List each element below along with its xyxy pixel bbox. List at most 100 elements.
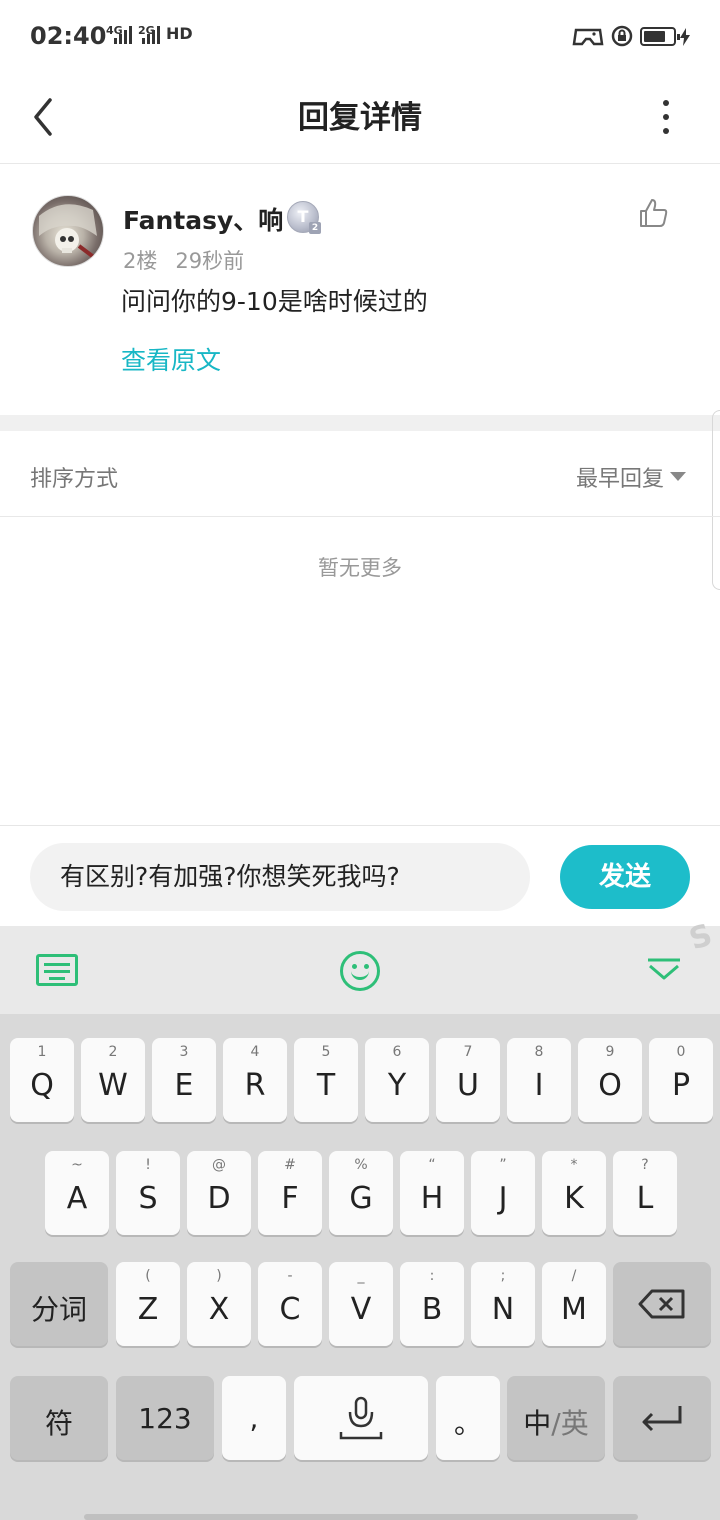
key-d[interactable]: @ D <box>187 1151 251 1235</box>
key-o[interactable]: 9O <box>578 1038 642 1122</box>
key-label: Z <box>137 1292 159 1327</box>
view-original-link[interactable]: 查看原文 <box>121 341 221 377</box>
key-label: C <box>279 1292 301 1327</box>
period-key[interactable]: 。 <box>436 1376 500 1460</box>
key-hint: 9 <box>605 1044 615 1060</box>
hd-indicator: HD <box>166 24 193 43</box>
key-w[interactable]: 2W <box>81 1038 145 1122</box>
key-hint: 8 <box>534 1044 544 1060</box>
key-x[interactable]: ) X <box>187 1262 251 1346</box>
comment-text: 问问你的9-10是啥时候过的 <box>121 287 428 316</box>
key-hint: 1 <box>37 1044 47 1060</box>
key-y[interactable]: 6Y <box>365 1038 429 1122</box>
key-hint: / <box>571 1268 577 1284</box>
key-f[interactable]: # F <box>258 1151 322 1235</box>
key-a[interactable]: ~ A <box>45 1151 109 1235</box>
number-key[interactable]: 123 <box>116 1376 214 1460</box>
key-c[interactable]: -C <box>258 1262 322 1346</box>
status-bar: 02:40 4G 2G HD <box>0 0 720 72</box>
key-hint: 5 <box>321 1044 331 1060</box>
comma-key-label: , <box>249 1402 259 1435</box>
key-e[interactable]: 3E <box>152 1038 216 1122</box>
sort-label: 排序方式 <box>30 467 119 492</box>
segment-key[interactable]: 分词 <box>10 1262 108 1346</box>
microphone-icon <box>339 1396 383 1440</box>
key-k[interactable]: * K <box>542 1151 606 1235</box>
comma-key[interactable]: , <box>222 1376 286 1460</box>
period-key-label: 。 <box>453 1407 482 1440</box>
hide-keyboard-icon[interactable] <box>644 954 684 984</box>
key-hint: ? <box>641 1157 649 1173</box>
reply-input[interactable]: 有区别?有加强?你想笑死我吗? <box>30 843 530 911</box>
key-label: J <box>498 1181 508 1216</box>
section-divider <box>0 415 720 431</box>
level-badge-text: T <box>297 207 309 226</box>
key-hint: ” <box>499 1157 507 1173</box>
more-options-button[interactable] <box>646 94 686 142</box>
key-hint: # <box>284 1157 296 1173</box>
avatar[interactable] <box>32 195 104 267</box>
key-hint: “ <box>428 1157 436 1173</box>
sort-dropdown[interactable]: 最早回复 <box>576 461 664 493</box>
keyboard-icon[interactable] <box>36 954 78 986</box>
keyboard-toolbar <box>0 926 720 1014</box>
key-i[interactable]: 8I <box>507 1038 571 1122</box>
key-hint: ~ <box>71 1157 83 1173</box>
key-s[interactable]: ! S <box>116 1151 180 1235</box>
key-label: X <box>208 1292 230 1327</box>
key-hint: - <box>287 1268 293 1284</box>
key-z[interactable]: (Z <box>116 1262 180 1346</box>
sort-row: 排序方式 最早回复 <box>0 431 720 517</box>
key-label: W <box>98 1068 128 1103</box>
key-m[interactable]: / M <box>542 1262 606 1346</box>
language-switch-key[interactable]: 中/英 <box>507 1376 605 1460</box>
key-label: H <box>420 1181 444 1216</box>
segment-key-label: 分词 <box>30 1293 87 1326</box>
language-switch-label: 中/英 <box>507 1402 605 1442</box>
key-p[interactable]: 0P <box>649 1038 713 1122</box>
key-label: Q <box>30 1068 54 1103</box>
key-hint: % <box>354 1157 368 1173</box>
key-h[interactable]: “H <box>400 1151 464 1235</box>
backspace-key[interactable] <box>613 1262 711 1346</box>
key-hint: : <box>429 1268 435 1284</box>
key-hint: 3 <box>179 1044 189 1060</box>
charging-icon <box>680 28 690 46</box>
empty-state-text: 暂无更多 <box>318 556 402 580</box>
key-label: Y <box>387 1068 407 1103</box>
key-g[interactable]: % G <box>329 1151 393 1235</box>
key-label: T <box>316 1068 336 1103</box>
status-time: 02:40 <box>30 22 107 50</box>
key-label: F <box>281 1181 299 1216</box>
chevron-down-icon[interactable] <box>670 472 686 481</box>
key-label: O <box>598 1068 622 1103</box>
home-indicator[interactable] <box>84 1514 638 1520</box>
key-hint: 6 <box>392 1044 402 1060</box>
key-n[interactable]: ; N <box>471 1262 535 1346</box>
enter-key[interactable] <box>613 1376 711 1460</box>
key-label: B <box>421 1292 443 1327</box>
key-hint: 4 <box>250 1044 260 1060</box>
key-b[interactable]: :B <box>400 1262 464 1346</box>
key-q[interactable]: 1Q <box>10 1038 74 1122</box>
key-hint: ) <box>216 1268 222 1284</box>
symbol-key[interactable]: 符 <box>10 1376 108 1460</box>
key-label: N <box>491 1292 515 1327</box>
like-icon[interactable] <box>638 197 670 229</box>
key-t[interactable]: 5T <box>294 1038 358 1122</box>
space-key[interactable] <box>294 1376 428 1460</box>
emoji-icon[interactable] <box>340 951 380 991</box>
symbol-key-label: 符 <box>44 1407 73 1440</box>
key-u[interactable]: 7U <box>436 1038 500 1122</box>
username[interactable]: Fantasy、响 <box>123 201 283 237</box>
lang-cn-label: 中 <box>523 1407 552 1440</box>
key-label: A <box>66 1181 88 1216</box>
key-label: I <box>534 1068 544 1103</box>
key-label: E <box>174 1068 194 1103</box>
key-l[interactable]: ? L <box>613 1151 677 1235</box>
key-v[interactable]: _ V <box>329 1262 393 1346</box>
send-button[interactable]: 发送 <box>560 845 690 909</box>
key-j[interactable]: ” J <box>471 1151 535 1235</box>
key-r[interactable]: 4R <box>223 1038 287 1122</box>
key-hint: 0 <box>676 1044 686 1060</box>
